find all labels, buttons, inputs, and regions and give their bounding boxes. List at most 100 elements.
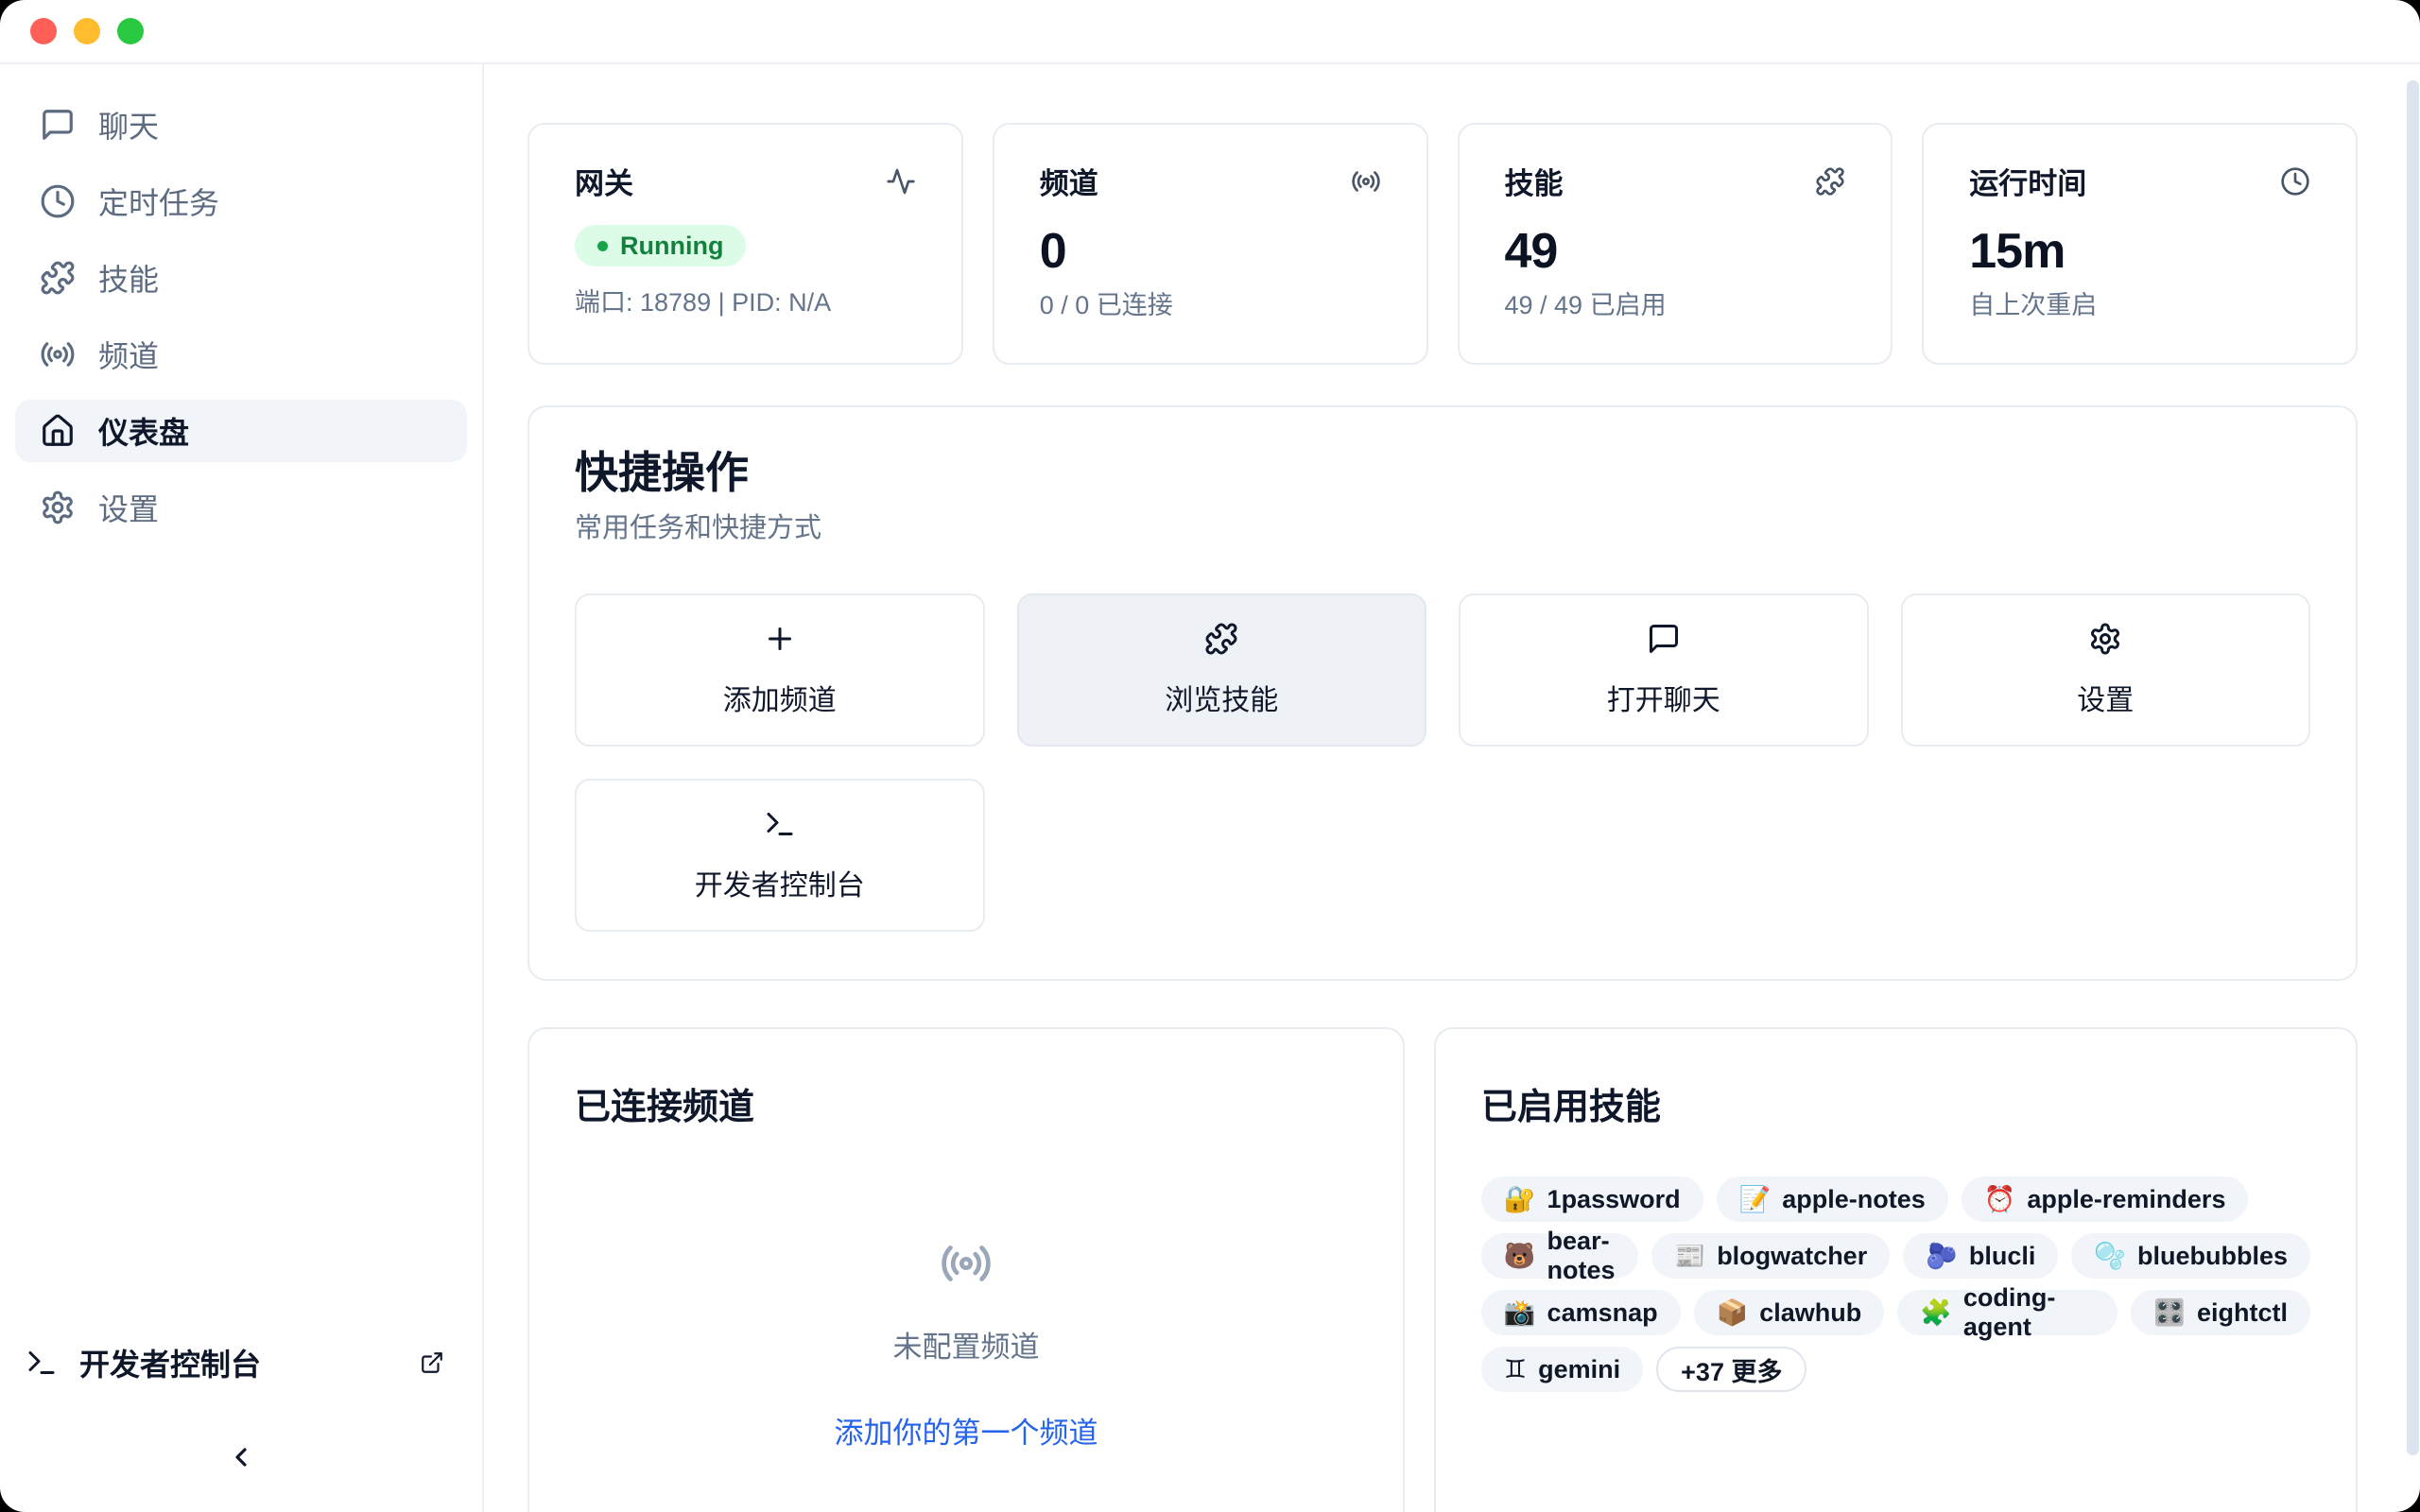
- skill-chip-1password[interactable]: 🔐 1password: [1481, 1177, 1703, 1222]
- stat-title: 技能: [1505, 166, 1564, 202]
- skill-emoji: 📸: [1504, 1297, 1536, 1328]
- radio-icon: [940, 1237, 993, 1295]
- sidebar-collapse-button[interactable]: [0, 1442, 482, 1472]
- external-link-icon[interactable]: [420, 1350, 444, 1375]
- skill-chip-eightctl[interactable]: 🎛️ eightctl: [2131, 1290, 2310, 1335]
- sidebar-item-scheduled-tasks[interactable]: 定时任务: [15, 170, 467, 232]
- stat-value: 49: [1505, 227, 1846, 276]
- skill-emoji: ⏰: [1984, 1184, 2016, 1214]
- status-dot: [597, 241, 608, 251]
- stat-title: 频道: [1040, 166, 1098, 202]
- skill-chip-camsnap[interactable]: 📸 camsnap: [1481, 1290, 1681, 1335]
- sidebar: 聊天 定时任务 技能 频道 仪表盘 设置: [0, 64, 484, 1512]
- stat-card-channels: 频道 0 0 / 0 已连接: [993, 123, 1428, 365]
- zoom-button[interactable]: [117, 18, 144, 44]
- skill-emoji: 📰: [1674, 1241, 1706, 1271]
- channels-empty-state: 未配置频道 添加你的第一个频道: [575, 1129, 1357, 1452]
- traffic-lights: [30, 18, 144, 44]
- stat-subtitle: 49 / 49 已启用: [1505, 289, 1846, 321]
- skill-chip-coding-agent[interactable]: 🧩coding-agent: [1897, 1290, 2118, 1335]
- enabled-skills-card: 已启用技能 🔐1password 📝apple-notes ⏰apple-rem…: [1434, 1027, 2358, 1512]
- skills-chip-list: 🔐 1password 📝apple-notes ⏰ apple-reminders…: [1481, 1177, 2310, 1392]
- sidebar-item-label: 聊天: [98, 103, 159, 146]
- radio-icon: [40, 336, 76, 372]
- skill-chip-gemini[interactable]: ♊gemini: [1481, 1347, 1643, 1392]
- skills-more-button[interactable]: +37 更多: [1656, 1347, 1806, 1392]
- app-window: 聊天 定时任务 技能 频道 仪表盘 设置: [0, 0, 2420, 1512]
- action-label: 添加频道: [723, 677, 837, 718]
- minimize-button[interactable]: [74, 18, 100, 44]
- puzzle-icon: [40, 260, 76, 296]
- chip-row: 🐻bear-notes 📰blogwatcher 🫐 blucli 🫧bluebu…: [1481, 1233, 2310, 1279]
- quick-actions-title: 快捷操作: [575, 446, 2310, 499]
- stat-card-uptime: 运行时间 15m 自上次重启: [1922, 123, 2358, 365]
- gear-icon: [40, 490, 76, 525]
- connected-channels-card: 已连接频道 未配置频道 添加你的第一个频道: [527, 1027, 1405, 1512]
- sidebar-item-dashboard[interactable]: 仪表盘: [15, 400, 467, 462]
- skill-name: bear-notes: [1547, 1227, 1616, 1285]
- skill-name: apple-notes: [1782, 1185, 1926, 1214]
- stat-title: 运行时间: [1969, 166, 2086, 202]
- skill-emoji: 🔐: [1504, 1184, 1536, 1214]
- stat-card-skills: 技能 49 49 / 49 已启用: [1458, 123, 1893, 365]
- radio-icon: [1351, 166, 1381, 201]
- quick-action-dev-console[interactable]: 开发者控制台: [575, 779, 985, 932]
- stat-subtitle: 端口: 18789 | PID: N/A: [575, 282, 916, 318]
- skill-chip-apple-reminders[interactable]: ⏰ apple-reminders: [1962, 1177, 2249, 1222]
- terminal-icon: [25, 1346, 59, 1380]
- plus-icon: [763, 622, 797, 656]
- skill-emoji: ♊: [1504, 1355, 1527, 1384]
- skill-chip-blucli[interactable]: 🫐 blucli: [1903, 1233, 2058, 1279]
- sidebar-dev-console[interactable]: 开发者控制台: [25, 1341, 444, 1384]
- skill-chip-apple-notes[interactable]: 📝apple-notes: [1717, 1177, 1948, 1222]
- quick-action-settings[interactable]: 设置: [1901, 593, 2311, 747]
- skill-emoji: 📦: [1717, 1297, 1749, 1328]
- terminal-icon: [763, 807, 797, 841]
- sidebar-item-label: 仪表盘: [98, 409, 189, 453]
- sidebar-item-skills[interactable]: 技能: [15, 247, 467, 309]
- clock-icon: [40, 183, 76, 219]
- skill-name: apple-reminders: [2027, 1185, 2225, 1214]
- sidebar-item-channels[interactable]: 频道: [15, 323, 467, 386]
- skill-chip-blogwatcher[interactable]: 📰blogwatcher: [1651, 1233, 1891, 1279]
- action-label: 打开聊天: [1607, 677, 1720, 718]
- skill-name: coding-agent: [1963, 1283, 2095, 1342]
- quick-action-open-chat[interactable]: 打开聊天: [1459, 593, 1869, 747]
- skill-chip-bear-notes[interactable]: 🐻bear-notes: [1481, 1233, 1638, 1279]
- connected-channels-title: 已连接频道: [575, 1086, 1357, 1129]
- skill-name: eightctl: [2197, 1298, 2288, 1328]
- chip-row: 📸 camsnap 📦 clawhub 🧩coding-agent 🎛️ eightc…: [1481, 1290, 2310, 1335]
- vertical-scrollbar[interactable]: [2407, 80, 2419, 1455]
- status-badge: Running: [575, 225, 746, 266]
- close-button[interactable]: [30, 18, 57, 44]
- activity-icon: [886, 166, 916, 201]
- chevron-left-icon: [226, 1442, 256, 1472]
- quick-action-add-channel[interactable]: 添加频道: [575, 593, 985, 747]
- skill-emoji: 🎛️: [2153, 1297, 2186, 1328]
- gear-icon: [2088, 622, 2122, 656]
- skill-name: camsnap: [1547, 1298, 1658, 1328]
- home-icon: [40, 413, 76, 449]
- action-label: 开发者控制台: [695, 862, 865, 903]
- sidebar-item-chat[interactable]: 聊天: [15, 94, 467, 156]
- stat-card-gateway: 网关 Running 端口: 18789 | PID: N/A: [527, 123, 963, 365]
- stat-subtitle: 0 / 0 已连接: [1040, 289, 1381, 321]
- quick-action-browse-skills[interactable]: 浏览技能: [1017, 593, 1427, 747]
- action-label: 浏览技能: [1165, 677, 1278, 718]
- skill-emoji: 🫐: [1926, 1241, 1958, 1271]
- clock-icon: [2280, 166, 2310, 201]
- add-first-channel-link[interactable]: 添加你的第一个频道: [834, 1409, 1098, 1452]
- sidebar-item-label: 技能: [98, 256, 159, 300]
- skill-name: blucli: [1969, 1242, 2036, 1271]
- sidebar-item-label: 频道: [98, 333, 159, 376]
- main-content: 网关 Running 端口: 18789 | PID: N/A 频道: [484, 64, 2420, 1512]
- skill-name: clawhub: [1759, 1298, 1861, 1328]
- skill-chip-bluebubbles[interactable]: 🫧bluebubbles: [2071, 1233, 2310, 1279]
- skill-chip-clawhub[interactable]: 📦 clawhub: [1694, 1290, 1885, 1335]
- skill-emoji: 🫧: [2094, 1241, 2126, 1271]
- stat-title: 网关: [575, 166, 633, 202]
- skill-emoji: 🧩: [1920, 1297, 1952, 1328]
- sidebar-item-settings[interactable]: 设置: [15, 476, 467, 539]
- quick-actions-subtitle: 常用任务和快捷方式: [575, 512, 2310, 544]
- skill-name: 1password: [1547, 1185, 1681, 1214]
